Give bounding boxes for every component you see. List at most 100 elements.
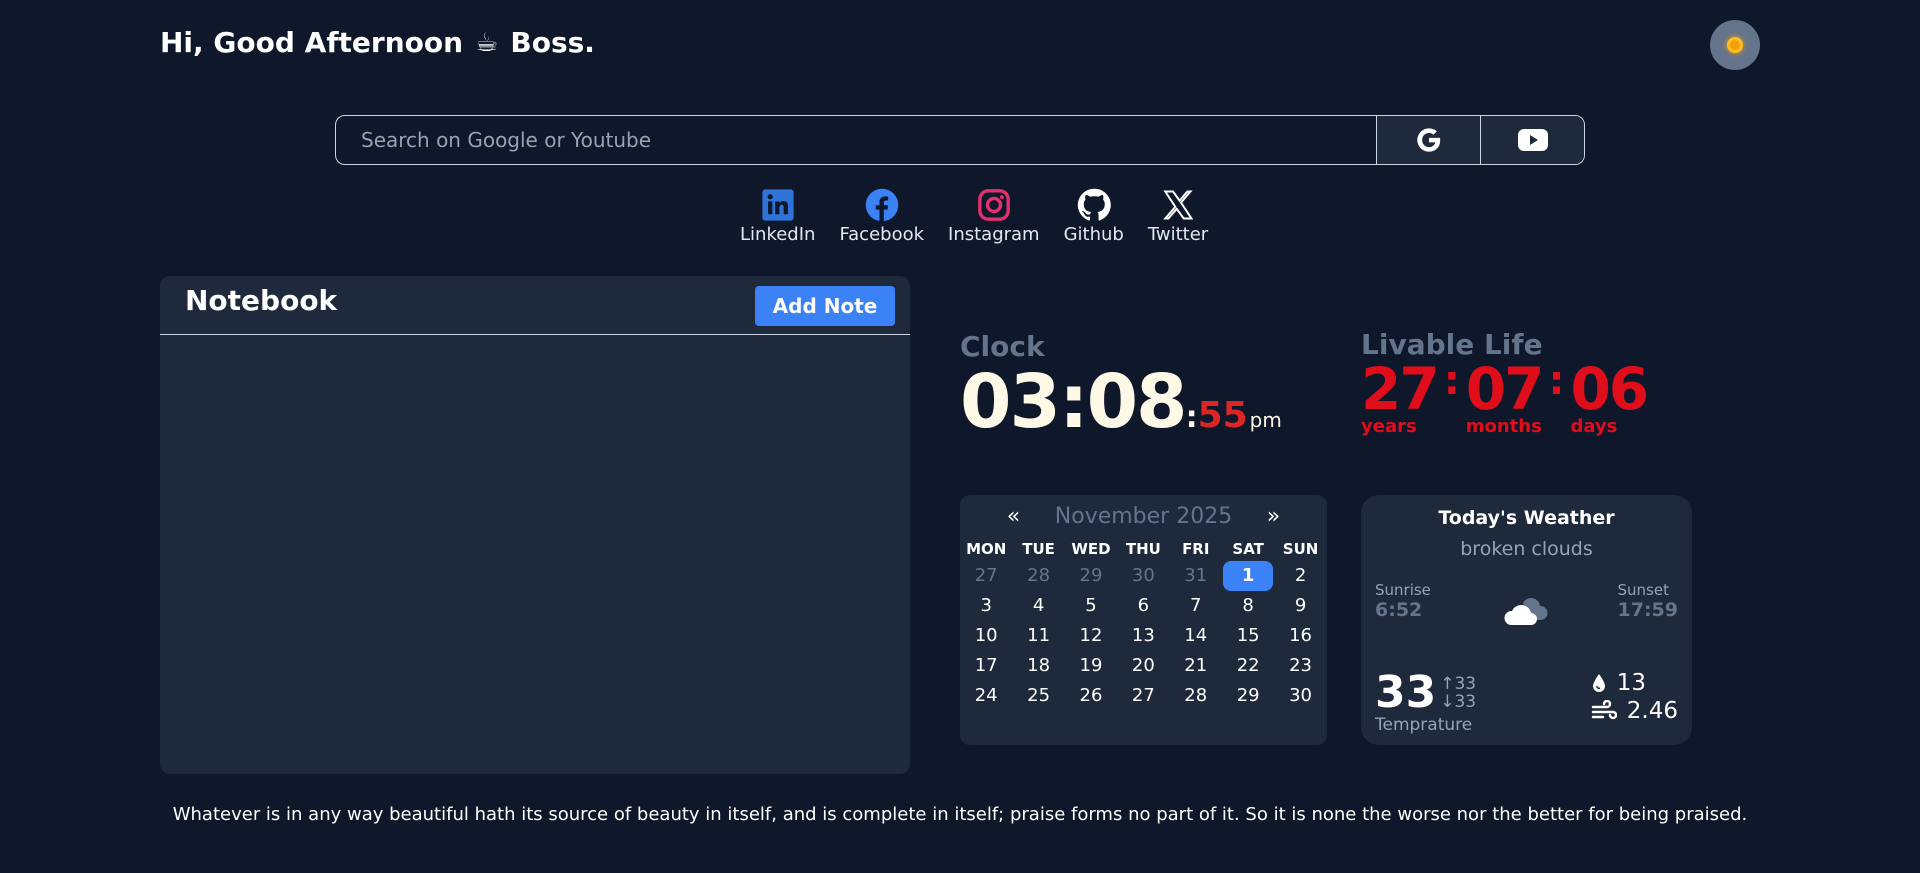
livable-months: 07 months [1466, 359, 1545, 436]
temperature-value: 33 [1375, 667, 1437, 718]
calendar-weekday: SAT [1232, 540, 1264, 558]
calendar-day[interactable]: 12 [1065, 621, 1117, 651]
greeting: Hi, Good Afternoon ☕ Boss. [160, 26, 595, 59]
temperature-range: ↑33 ↓33 [1440, 675, 1476, 711]
calendar-day-today[interactable]: 1 [1222, 561, 1274, 591]
sunset-time: 17:59 [1617, 599, 1678, 621]
calendar-day[interactable]: 29 [1065, 561, 1117, 591]
calendar-weekday: FRI [1182, 540, 1210, 558]
social-github[interactable]: Github [1064, 188, 1124, 245]
calendar-prev-button[interactable]: « [999, 504, 1029, 529]
calendar-day[interactable]: 17 [960, 651, 1012, 681]
notebook-panel: Notebook Add Note [160, 276, 910, 774]
calendar-day[interactable]: 2 [1274, 561, 1326, 591]
humidity: 13 [1591, 670, 1678, 696]
calendar-day[interactable]: 5 [1065, 591, 1117, 621]
calendar-day[interactable]: 30 [1274, 681, 1326, 711]
google-icon [1416, 128, 1440, 152]
social-label: Github [1063, 224, 1124, 245]
calendar-day[interactable]: 27 [960, 561, 1012, 591]
humidity-value: 13 [1616, 670, 1647, 696]
social-label: Facebook [839, 224, 925, 245]
weather-stats: 13 2.46 [1591, 670, 1678, 724]
social-label: Twitter [1147, 224, 1209, 245]
calendar-day[interactable]: 8 [1222, 591, 1274, 621]
calendar-day[interactable]: 10 [960, 621, 1012, 651]
social-label: LinkedIn [740, 224, 816, 245]
livable-life-widget: Livable Life 27 years : 07 months : 06 d… [1361, 328, 1649, 436]
calendar-day[interactable]: 26 [1065, 681, 1117, 711]
calendar-day[interactable]: 21 [1170, 651, 1222, 681]
clock-time: 03:08 : 55 pm [960, 359, 1282, 445]
livable-separator: : [1548, 358, 1565, 404]
calendar-next-button[interactable]: » [1259, 504, 1289, 529]
calendar-day[interactable]: 28 [1170, 681, 1222, 711]
livable-years: 27 years [1361, 355, 1440, 436]
search-input[interactable] [336, 116, 1376, 164]
calendar-day[interactable]: 22 [1222, 651, 1274, 681]
sunset-info: Sunset 17:59 [1618, 581, 1678, 621]
x-twitter-icon [1163, 190, 1194, 220]
add-note-button[interactable]: Add Note [755, 286, 895, 326]
clock-ampm: pm [1249, 408, 1282, 432]
sunrise-label: Sunrise [1375, 581, 1431, 599]
github-icon [1077, 188, 1111, 221]
temperature-max: ↑33 [1440, 675, 1476, 693]
clock-seconds: 55 [1197, 395, 1248, 436]
calendar-day[interactable]: 20 [1117, 651, 1169, 681]
calendar-day[interactable]: 30 [1117, 561, 1169, 591]
calendar-day[interactable]: 28 [1012, 561, 1064, 591]
notebook-title: Notebook [185, 284, 338, 317]
temperature-max-value: 33 [1454, 673, 1477, 694]
calendar-grid: MON TUE WED THU FRI SAT SUN 27 28 29 30 31 1 2 3 4 5 6 7 8 9… [960, 537, 1327, 711]
livable-years-value: 27 [1361, 355, 1440, 423]
calendar-weekday: SUN [1282, 540, 1319, 558]
calendar-day[interactable]: 31 [1170, 561, 1222, 591]
wind-icon [1591, 700, 1617, 720]
livable-days: 06 days [1570, 359, 1649, 436]
quote-text: Whatever is in any way beautiful hath it… [172, 804, 1748, 825]
calendar-day[interactable]: 14 [1170, 621, 1222, 651]
humidity-drop-icon [1592, 674, 1605, 692]
calendar-day[interactable]: 11 [1012, 621, 1064, 651]
calendar-month-label: November 2025 [1054, 503, 1233, 529]
calendar-weekday: MON [966, 540, 1007, 558]
youtube-search-button[interactable] [1480, 116, 1584, 164]
weather-title: Today's Weather [1438, 507, 1615, 529]
coffee-cup-icon: ☕ [475, 27, 499, 58]
calendar-day-label: 1 [1223, 561, 1274, 591]
temperature-min-value: 33 [1454, 691, 1477, 712]
calendar-day[interactable]: 27 [1117, 681, 1169, 711]
google-search-button[interactable] [1376, 116, 1480, 164]
clock-separator: : [1185, 400, 1198, 435]
arrow-up-icon: ↑ [1440, 673, 1455, 694]
temperature-min: ↓33 [1440, 693, 1476, 711]
calendar-day[interactable]: 13 [1117, 621, 1169, 651]
calendar-day[interactable]: 4 [1012, 591, 1064, 621]
calendar-day[interactable]: 23 [1274, 651, 1326, 681]
calendar-day[interactable]: 6 [1117, 591, 1169, 621]
calendar-day[interactable]: 19 [1065, 651, 1117, 681]
calendar-day[interactable]: 15 [1222, 621, 1274, 651]
calendar-day[interactable]: 25 [1012, 681, 1064, 711]
calendar-weekday: WED [1071, 540, 1111, 558]
calendar-day[interactable]: 3 [960, 591, 1012, 621]
instagram-icon [977, 189, 1010, 221]
calendar-day[interactable]: 29 [1222, 681, 1274, 711]
wind: 2.46 [1591, 698, 1678, 724]
social-linkedin[interactable]: LinkedIn [740, 188, 815, 245]
livable-life-counter: 27 years : 07 months : 06 days [1361, 355, 1649, 436]
calendar-day[interactable]: 24 [960, 681, 1012, 711]
greeting-text: Hi, Good Afternoon [160, 26, 464, 59]
calendar-day[interactable]: 16 [1274, 621, 1326, 651]
social-facebook[interactable]: Facebook [839, 188, 924, 245]
calendar-day[interactable]: 7 [1170, 591, 1222, 621]
calendar-day[interactable]: 9 [1274, 591, 1326, 621]
sunset-label: Sunset [1617, 581, 1669, 599]
social-twitter[interactable]: Twitter [1148, 188, 1208, 245]
theme-toggle-button[interactable] [1710, 20, 1760, 70]
calendar-day[interactable]: 18 [1012, 651, 1064, 681]
facebook-icon [865, 188, 899, 222]
calendar-weekday: THU [1125, 540, 1161, 558]
social-instagram[interactable]: Instagram [948, 188, 1040, 245]
